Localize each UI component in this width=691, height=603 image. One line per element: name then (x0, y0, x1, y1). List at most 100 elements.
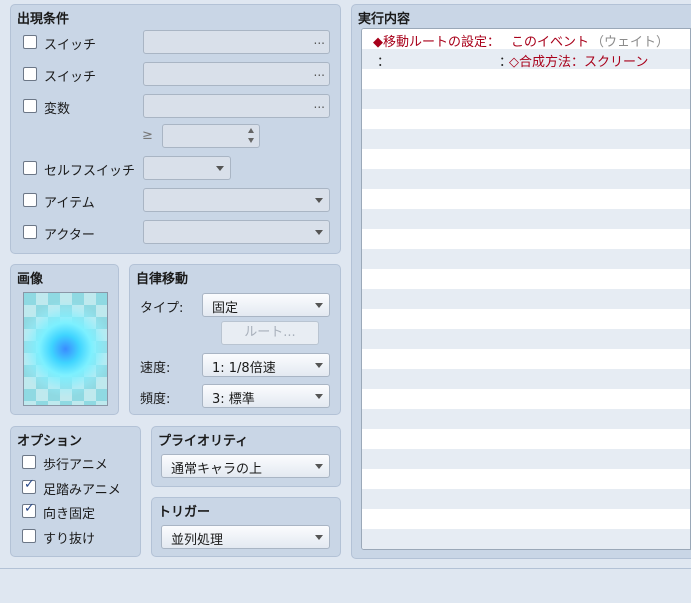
trigger-panel: トリガー 並列処理 (151, 497, 341, 557)
type-value: 固定 (212, 301, 239, 316)
command-list[interactable]: ◆移動ルートの設定： このイベント （ウェイト） ： ： ◇合成方法：スクリーン (361, 28, 691, 550)
chevron-down-icon (315, 363, 323, 368)
options-panel: オプション 歩行アニメ 足踏みアニメ 向き固定 すり抜け (10, 426, 141, 557)
variable-field[interactable]: ... (143, 94, 330, 118)
item-checkbox[interactable] (23, 193, 37, 207)
bottom-divider (0, 568, 691, 569)
switch1-field[interactable]: ... (143, 30, 330, 54)
autonomous-movement-title: 自律移動 (136, 272, 189, 287)
list-item[interactable] (362, 469, 690, 489)
item-label: アイテム (44, 196, 95, 211)
priority-select[interactable]: 通常キャラの上 (161, 454, 330, 478)
through-checkbox[interactable] (22, 529, 36, 543)
list-item[interactable] (362, 189, 690, 209)
direction-fix-checkbox[interactable] (22, 501, 36, 518)
list-item[interactable] (362, 169, 690, 189)
spinner-down-icon[interactable] (248, 138, 254, 143)
list-item[interactable] (362, 389, 690, 409)
conditions-title: 出現条件 (17, 12, 70, 27)
list-item[interactable] (362, 349, 690, 369)
list-item[interactable] (362, 449, 690, 469)
list-item[interactable] (362, 209, 690, 229)
trigger-value: 並列処理 (171, 533, 224, 548)
list-item[interactable] (362, 529, 690, 549)
list-item[interactable] (362, 109, 690, 129)
type-label: タイプ: (140, 301, 184, 316)
chevron-down-icon (315, 303, 323, 308)
list-item[interactable] (362, 409, 690, 429)
list-item[interactable] (362, 269, 690, 289)
speed-value: 1: 1/8倍速 (212, 361, 276, 376)
switch2-label: スイッチ (44, 70, 97, 85)
variable-value-spinner[interactable] (162, 124, 260, 148)
trigger-select[interactable]: 並列処理 (161, 525, 330, 549)
route-button[interactable]: ルート... (221, 321, 319, 345)
actor-label: アクター (44, 228, 95, 243)
chevron-down-icon (315, 394, 323, 399)
list-item[interactable] (362, 249, 690, 269)
list-item[interactable] (362, 489, 690, 509)
ge-symbol: ≥ (142, 128, 153, 143)
event-image[interactable] (23, 292, 108, 406)
chevron-down-icon (315, 198, 323, 203)
spinner-up-icon[interactable] (248, 128, 254, 133)
priority-value: 通常キャラの上 (171, 462, 263, 477)
type-select[interactable]: 固定 (202, 293, 330, 317)
list-item[interactable] (362, 329, 690, 349)
chevron-down-icon (315, 230, 323, 235)
switch2-field[interactable]: ... (143, 62, 330, 86)
through-label: すり抜け (43, 532, 96, 547)
walking-anim-checkbox[interactable] (22, 455, 36, 469)
command-text: ◇合成方法：スクリーン (509, 55, 649, 70)
chevron-down-icon (216, 166, 224, 171)
direction-fix-label: 向き固定 (43, 507, 96, 522)
chevron-down-icon (315, 535, 323, 540)
frequency-select[interactable]: 3: 標準 (202, 384, 330, 408)
list-item[interactable] (362, 129, 690, 149)
trigger-title: トリガー (158, 505, 211, 520)
image-title: 画像 (17, 272, 44, 287)
frequency-label: 頻度: (140, 392, 171, 407)
contents-title: 実行内容 (358, 12, 411, 27)
item-select[interactable] (143, 188, 330, 212)
self-switch-label: セルフスイッチ (44, 164, 136, 179)
list-item[interactable] (362, 549, 690, 550)
conditions-panel: 出現条件 スイッチ ... スイッチ ... 変数 ... ≥ セルフスイッチ … (10, 4, 341, 254)
command-target: このイベント (511, 35, 590, 50)
self-switch-checkbox[interactable] (23, 161, 37, 175)
list-item[interactable] (362, 289, 690, 309)
list-item[interactable]: ◆移動ルートの設定： このイベント （ウェイト） (362, 29, 690, 50)
list-item[interactable] (362, 149, 690, 169)
command-wait: （ウェイト） (591, 35, 670, 50)
stepping-anim-checkbox[interactable] (22, 477, 36, 494)
image-panel: 画像 (10, 264, 119, 415)
list-item[interactable] (362, 89, 690, 109)
switch2-checkbox[interactable] (23, 67, 37, 81)
speed-select[interactable]: 1: 1/8倍速 (202, 353, 330, 377)
stepping-anim-label: 足踏みアニメ (43, 483, 121, 498)
ellipsis-icon[interactable]: ... (314, 97, 325, 111)
list-item[interactable]: ： ： ◇合成方法：スクリーン (362, 49, 690, 70)
switch1-checkbox[interactable] (23, 35, 37, 49)
self-switch-select[interactable] (143, 156, 231, 180)
command-text: ◆移動ルートの設定： (373, 35, 500, 50)
list-item[interactable] (362, 429, 690, 449)
variable-checkbox[interactable] (23, 99, 37, 113)
list-item[interactable] (362, 509, 690, 529)
walking-anim-label: 歩行アニメ (43, 458, 108, 473)
speed-label: 速度: (140, 361, 171, 376)
frequency-value: 3: 標準 (212, 392, 255, 407)
actor-select[interactable] (143, 220, 330, 244)
list-item[interactable] (362, 229, 690, 249)
switch1-label: スイッチ (44, 38, 97, 53)
autonomous-movement-panel: 自律移動 タイプ: 固定 ルート... 速度: 1: 1/8倍速 頻度: 3: … (129, 264, 341, 415)
ellipsis-icon[interactable]: ... (314, 33, 325, 47)
list-item[interactable] (362, 69, 690, 89)
actor-checkbox[interactable] (23, 225, 37, 239)
list-item[interactable] (362, 369, 690, 389)
ellipsis-icon[interactable]: ... (314, 65, 325, 79)
priority-panel: プライオリティ 通常キャラの上 (151, 426, 341, 487)
variable-label: 変数 (44, 102, 71, 117)
list-item[interactable] (362, 309, 690, 329)
priority-title: プライオリティ (158, 434, 249, 449)
